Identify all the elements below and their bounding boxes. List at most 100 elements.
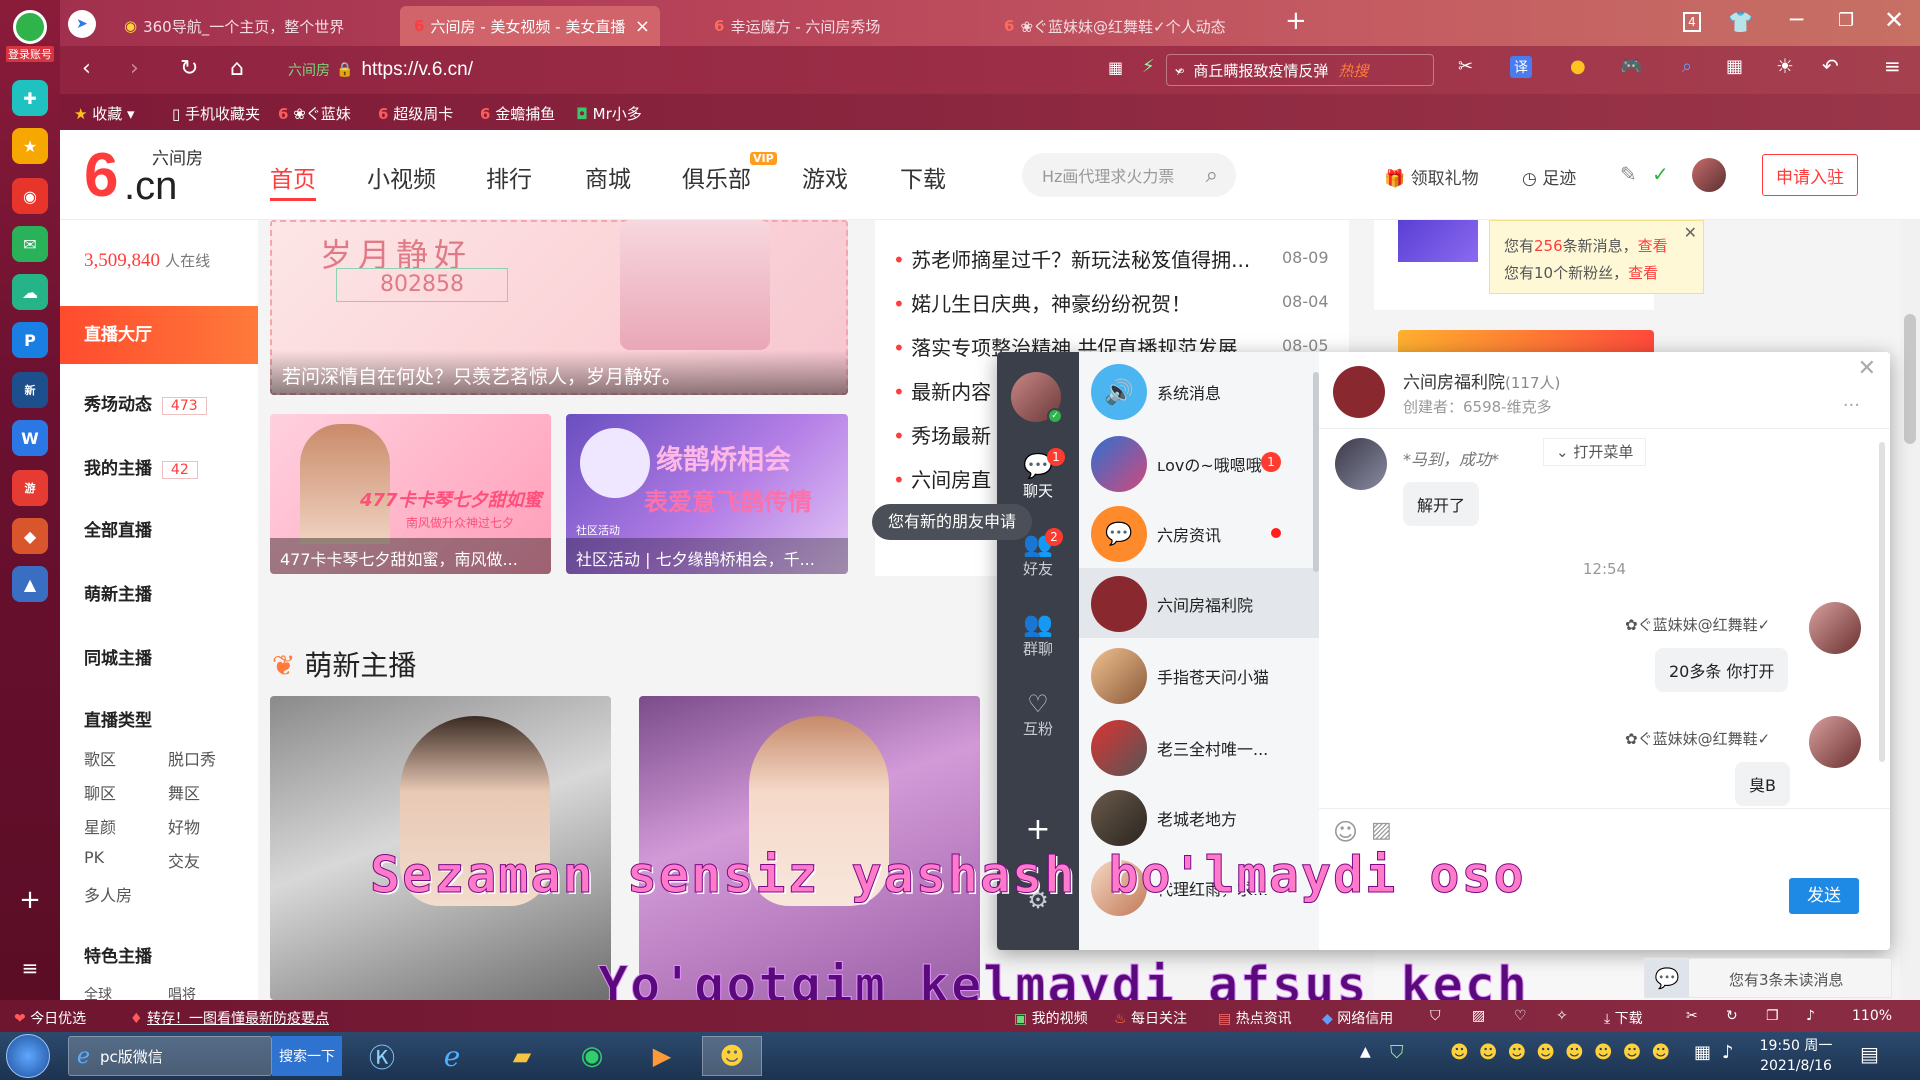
game2-icon[interactable]: ◆ — [12, 518, 48, 554]
status-news[interactable]: ♦ 转存！一图看懂最新防疫要点 — [130, 1008, 329, 1028]
conversation-item[interactable]: ʟovの~哦嗯哦 1 — [1079, 428, 1311, 498]
my-avatar[interactable]: ✓ — [1011, 372, 1063, 424]
ie-icon[interactable]: ℯ — [422, 1036, 482, 1076]
forward-icon[interactable]: › — [130, 56, 139, 81]
tray-shield-icon[interactable]: ⛉ — [1390, 1042, 1404, 1063]
site-search-input[interactable]: Hz画代理求火力票 ⌕ — [1022, 153, 1236, 197]
image-tool-icon[interactable]: ▨ — [1472, 1008, 1485, 1024]
conversation-item[interactable]: 💬 六房资讯 — [1079, 498, 1311, 568]
login-avatar[interactable]: 登录账号 — [6, 10, 54, 62]
navigate-icon[interactable]: ➤ — [68, 10, 96, 38]
plus-app-icon[interactable]: ✚ — [12, 80, 48, 116]
tray-volume-icon[interactable]: ♪ — [1722, 1042, 1734, 1063]
conversation-item[interactable]: 老城老地方 — [1079, 782, 1311, 852]
url-field[interactable]: 六间房 🔒 https://v.6.cn/ — [288, 54, 1158, 86]
type-item[interactable]: PK — [84, 848, 104, 867]
tab-lucky[interactable]: 6 幸运魔方 - 六间房秀场 — [700, 6, 950, 46]
bookmark-3[interactable]: 6 金蟾捕鱼 — [480, 103, 555, 124]
notification-icon[interactable]: ▤ — [1860, 1042, 1879, 1066]
bookmark-1[interactable]: 6 ❀ぐ蓝妹 — [278, 103, 351, 124]
brightness-icon[interactable]: ☀ — [1776, 54, 1794, 78]
cut-icon[interactable]: ✂ — [1686, 1008, 1698, 1024]
conversation-item-active[interactable]: 六间房福利院 — [1079, 568, 1319, 638]
nav-mall[interactable]: 商城 — [585, 160, 631, 194]
home-icon[interactable]: ⌂ — [230, 56, 244, 81]
notice-view-link[interactable]: 查看 — [1638, 237, 1668, 255]
conversation-item[interactable]: 老三全村唯一... — [1079, 712, 1311, 782]
rail-chat[interactable]: 💬 聊天 1 — [997, 448, 1079, 501]
status-daily[interactable]: ♨ 每日关注 — [1114, 1008, 1187, 1028]
promo-card-1[interactable]: 477卡卡琴七夕甜如蜜 南风做升众神过七夕 477卡卡琴七夕甜如蜜，南风做... — [270, 414, 551, 574]
p-app-icon[interactable]: P — [12, 322, 48, 358]
emoji-icon[interactable]: ☺ — [1333, 818, 1358, 846]
add-icon[interactable]: + — [12, 882, 48, 918]
chat-close-icon[interactable]: ✕ — [1858, 356, 1876, 381]
sidebar-item-show[interactable]: 秀场动态 473 — [84, 390, 207, 415]
start-button[interactable] — [6, 1034, 50, 1078]
check-icon[interactable]: ✓ — [1652, 162, 1669, 186]
scrollbar-thumb[interactable] — [1904, 314, 1916, 444]
doc-icon[interactable]: W — [12, 420, 48, 456]
shield-icon[interactable]: ⛉ — [1430, 1008, 1441, 1024]
back-icon[interactable]: ‹ — [82, 56, 91, 81]
notice-close-icon[interactable]: ✕ — [1684, 223, 1697, 242]
weibo-icon[interactable]: ◉ — [12, 178, 48, 214]
cloud-icon[interactable]: ☁ — [12, 274, 48, 310]
rail-mutual[interactable]: ♡ 互粉 — [997, 690, 1079, 739]
add-icon[interactable]: + — [997, 812, 1079, 847]
conversation-item[interactable]: 手指苍天问小猫 — [1079, 640, 1311, 710]
tray-icons[interactable]: ☻☻☻☻☻☻☻☻ — [1450, 1042, 1680, 1063]
footprint-link[interactable]: ◷ 足迹 — [1522, 164, 1576, 189]
nav-rank[interactable]: 排行 — [486, 160, 532, 194]
promo-card-2[interactable]: 缘鹊桥相会 表爱意飞鹊传情 社区活动 社区活动 | 七夕缘鹊桥相会，千... — [566, 414, 848, 574]
tools-icon[interactable]: ✧ — [1556, 1008, 1568, 1024]
tab-360[interactable]: ◉ 360导航_一个主页，整个世界 — [110, 6, 450, 46]
bookmark-4[interactable]: ◘ Mr小多 — [576, 103, 642, 124]
type-item[interactable]: 聊区 — [84, 780, 116, 804]
page-scrollbar[interactable] — [1900, 220, 1920, 1000]
skin-icon[interactable]: 👕 — [1728, 10, 1753, 34]
news-item[interactable]: • 婼儿生日庆典，神豪纷纷祝贺！ — [893, 288, 1191, 317]
reload-icon[interactable]: ↻ — [180, 56, 198, 81]
360-browser-icon[interactable]: ◉ — [562, 1036, 622, 1076]
nav-club[interactable]: 俱乐部 — [682, 160, 751, 194]
conversation-item[interactable]: 🔊 系统消息 — [1079, 356, 1311, 426]
open-menu-button[interactable]: ⌄ 打开菜单 — [1543, 438, 1647, 466]
sidebar-item-cute[interactable]: 萌新主播 — [84, 580, 152, 605]
banner-card[interactable]: 岁月静好 802858 若问深情自在何处？只羡艺茗惊人，岁月静好。 — [270, 220, 848, 395]
search-icon[interactable]: ⌕ — [1206, 163, 1218, 188]
nav-videos[interactable]: 小视频 — [367, 160, 436, 194]
friend-request-tip[interactable]: 您有新的朋友申请 — [872, 504, 1032, 540]
rail-groups[interactable]: 👥 群聊 — [997, 610, 1079, 659]
clock[interactable]: 19:50 周一 2021/8/16 — [1754, 1036, 1838, 1076]
sidebar-item-my[interactable]: 我的主播 42 — [84, 454, 198, 479]
message-scrollbar[interactable] — [1879, 442, 1885, 762]
nav-download[interactable]: 下载 — [900, 160, 946, 194]
user-avatar[interactable] — [1692, 158, 1726, 192]
more-dots[interactable]: ... — [1843, 390, 1860, 411]
tab-close-icon[interactable]: × — [635, 16, 650, 37]
volume-icon[interactable]: ♪ — [1806, 1008, 1815, 1024]
status-download[interactable]: ⤓ 下载 — [1604, 1008, 1643, 1028]
gift-link[interactable]: 🎁 领取礼物 — [1384, 164, 1479, 189]
search-box[interactable]: ⌕ 商丘瞒报致疫情反弹 热搜 — [1166, 54, 1434, 86]
window-icon[interactable]: ❐ — [1766, 1008, 1779, 1024]
taskbar-wechat[interactable]: ℯ pc版微信 — [68, 1036, 272, 1076]
nav-home[interactable]: 首页 — [270, 160, 316, 201]
right-banner[interactable] — [1398, 330, 1654, 354]
type-item[interactable]: 舞区 — [168, 780, 200, 804]
minimize-button[interactable]: ─ — [1790, 8, 1803, 33]
grid-icon[interactable]: ▦ — [1726, 56, 1743, 77]
notice-view-link[interactable]: 查看 — [1628, 264, 1658, 282]
bookmark-mobile[interactable]: ▯ 手机收藏夹 — [172, 103, 260, 124]
folder-icon[interactable]: ▰ — [492, 1036, 552, 1076]
tray-expand-icon[interactable]: ▲ — [1360, 1044, 1371, 1060]
restore-button[interactable]: ❐ — [1838, 10, 1854, 31]
mail-icon[interactable]: ✉ — [12, 226, 48, 262]
tab-profile[interactable]: 6 ❀ぐ蓝妹妹@红舞鞋✓个人动态 — [990, 6, 1310, 46]
news-item[interactable]: • 秀场最新 — [893, 420, 991, 449]
type-item[interactable]: 交友 — [168, 848, 200, 872]
game-app-icon[interactable]: 游 — [12, 470, 48, 506]
heart-tool-icon[interactable]: ♡ — [1514, 1008, 1527, 1024]
new-tab-button[interactable]: + — [1285, 6, 1307, 36]
